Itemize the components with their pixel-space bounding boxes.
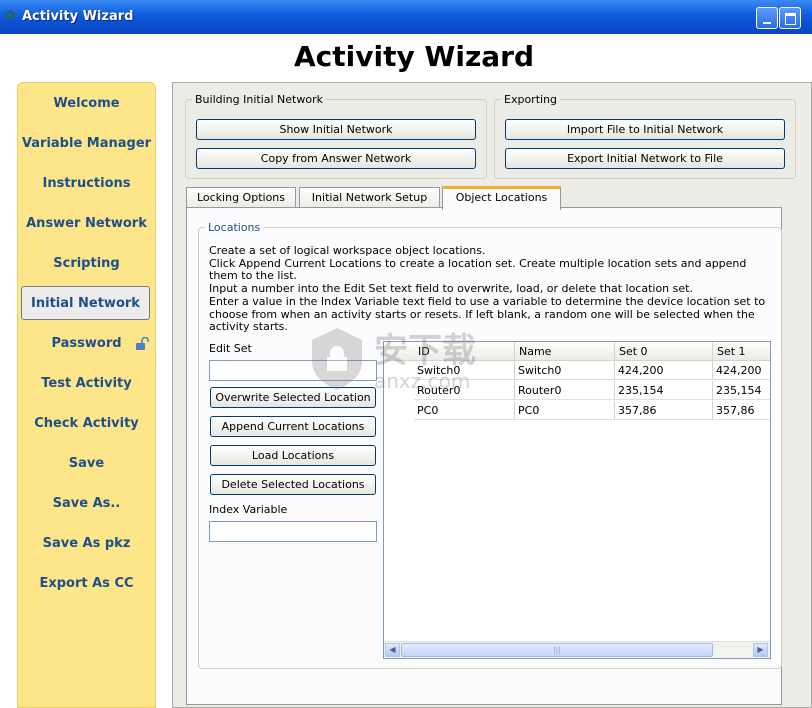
sidebar-item-check-activity[interactable]: Check Activity <box>18 416 155 431</box>
maximize-button[interactable] <box>779 7 801 29</box>
unlock-icon <box>135 336 151 351</box>
append-current-locations-button[interactable]: Append Current Locations <box>210 416 376 437</box>
sidebar-item-scripting[interactable]: Scripting <box>18 256 155 271</box>
scroll-right-icon[interactable]: ▶ <box>753 643 768 657</box>
minimize-button[interactable] <box>756 7 778 29</box>
page-title: Activity Wizard <box>293 40 534 73</box>
cell-set-0: 357,86 <box>615 401 713 420</box>
header-name[interactable]: Name <box>515 342 615 361</box>
table-row[interactable]: PC0 PC0 357,86 357,86 <box>384 401 770 421</box>
load-locations-button[interactable]: Load Locations <box>210 445 376 466</box>
sidebar-item-initial-network[interactable]: Initial Network <box>21 286 150 320</box>
sidebar-item-save-as[interactable]: Save As.. <box>18 496 155 511</box>
header-set-1[interactable]: Set 1 <box>713 342 770 361</box>
import-file-button[interactable]: Import File to Initial Network <box>505 119 785 140</box>
cell-set-1: 424,200 <box>713 361 770 380</box>
window-title: Activity Wizard <box>22 9 134 24</box>
tab-locking-options[interactable]: Locking Options <box>186 187 296 208</box>
index-variable-input[interactable] <box>209 521 377 542</box>
scroll-left-icon[interactable]: ◀ <box>385 643 400 657</box>
sidebar-item-welcome[interactable]: Welcome <box>18 96 155 111</box>
export-initial-network-button[interactable]: Export Initial Network to File <box>505 148 785 169</box>
desc-line-2: Click Append Current Locations to create… <box>209 256 747 283</box>
watermark-subtext: anxz.com <box>374 369 470 393</box>
watermark-text: 安下载 <box>374 331 476 371</box>
edit-set-label: Edit Set <box>209 342 252 355</box>
cell-name: PC0 <box>515 401 615 420</box>
copy-from-answer-network-button[interactable]: Copy from Answer Network <box>196 148 476 169</box>
tab-strip: Locking Options Initial Network Setup Ob… <box>186 186 786 210</box>
index-variable-label: Index Variable <box>209 503 288 516</box>
watermark-logo: 安下载 anxz.com <box>300 318 520 398</box>
tab-object-locations[interactable]: Object Locations <box>442 186 561 210</box>
sidebar: Welcome Variable Manager Instructions An… <box>17 82 156 708</box>
maximize-icon <box>784 12 796 25</box>
table-horizontal-scrollbar[interactable]: ◀ ||| ▶ <box>384 641 770 658</box>
sidebar-item-answer-network[interactable]: Answer Network <box>18 216 155 231</box>
delete-selected-locations-button[interactable]: Delete Selected Locations <box>210 474 376 495</box>
app-icon: ✿ <box>5 8 16 23</box>
cell-set-0: 235,154 <box>615 381 713 400</box>
sidebar-item-test-activity[interactable]: Test Activity <box>18 376 155 391</box>
exporting-group-legend: Exporting <box>504 93 558 106</box>
cell-set-0: 424,200 <box>615 361 713 380</box>
sidebar-item-save-as-pkz[interactable]: Save As pkz <box>18 536 155 551</box>
sidebar-item-variable-manager[interactable]: Variable Manager <box>18 136 155 151</box>
cell-id: PC0 <box>414 401 515 420</box>
tab-initial-network-setup[interactable]: Initial Network Setup <box>299 187 440 208</box>
sidebar-item-save[interactable]: Save <box>18 456 155 471</box>
minimize-icon <box>763 21 771 24</box>
header-set-0[interactable]: Set 0 <box>615 342 713 361</box>
locations-group-legend: Locations <box>208 221 261 234</box>
cell-set-1: 235,154 <box>713 381 770 400</box>
show-initial-network-button[interactable]: Show Initial Network <box>196 119 476 140</box>
sidebar-item-instructions[interactable]: Instructions <box>18 176 155 191</box>
sidebar-item-export-as-cc[interactable]: Export As CC <box>18 576 155 591</box>
building-group-legend: Building Initial Network <box>195 93 323 106</box>
scrollbar-thumb[interactable]: ||| <box>401 643 713 657</box>
desc-line-3: Input a number into the Edit Set text fi… <box>209 282 693 296</box>
cell-name: Switch0 <box>515 361 615 380</box>
desc-line-1: Create a set of logical workspace object… <box>209 244 486 257</box>
cell-set-1: 357,86 <box>713 401 770 420</box>
title-bar[interactable]: ✿ Activity Wizard <box>0 0 812 34</box>
cell-name: Router0 <box>515 381 615 400</box>
